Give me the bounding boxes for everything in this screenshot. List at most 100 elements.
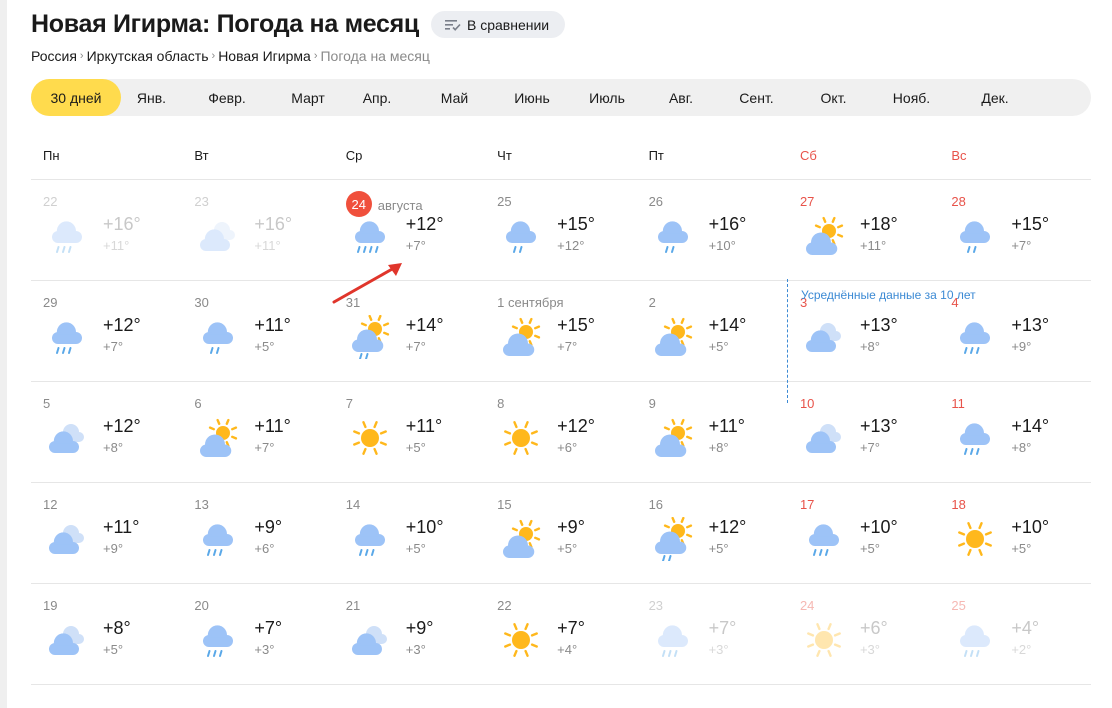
day-cell[interactable]: 25 +15° +12° — [485, 180, 636, 280]
temp-day: +11° — [405, 416, 443, 436]
month-tab-9[interactable]: Сент. — [713, 79, 800, 116]
sunny-icon — [802, 618, 846, 662]
temp-day: +12° — [103, 416, 141, 436]
day-cell[interactable]: 12 +11° +9° — [31, 483, 182, 583]
month-tab-1[interactable]: Янв. — [121, 79, 182, 116]
temp-day: +18° — [859, 214, 898, 234]
rain-icon — [802, 517, 846, 561]
month-tab-2[interactable]: Февр. — [182, 79, 272, 116]
day-cell[interactable]: 24 +6° +3° — [788, 584, 939, 684]
rain-icon — [953, 618, 997, 662]
month-calendar: Пн Вт Ср Чт Пт Сб Вс 22 +16° +11° 23 +16° +11° 24 авг… — [31, 131, 1091, 685]
day-cell[interactable]: 17 +10° +5° — [788, 483, 939, 583]
day-cell[interactable]: 25 +4° +2° — [939, 584, 1090, 684]
day-cell[interactable]: 26 +16° +10° — [637, 180, 788, 280]
breadcrumb-irkutsk-region[interactable]: Иркутская область — [87, 48, 209, 64]
day-date: 18 — [951, 497, 966, 512]
day-date: 12 — [43, 497, 58, 512]
day-cell[interactable]: 1 сентября +15° +7° — [485, 281, 636, 381]
day-cell[interactable]: 23 +16° +11° — [182, 180, 333, 280]
breadcrumb-current: Погода на месяц — [320, 48, 430, 64]
day-cell[interactable]: 13 +9° +6° — [182, 483, 333, 583]
weekday-label: Чт — [497, 148, 512, 163]
temp-day: +11° — [254, 315, 291, 335]
temp-night: +3° — [254, 642, 275, 657]
day-cell[interactable]: 7 +11° +5° — [334, 382, 485, 482]
temp-day: +10° — [859, 517, 898, 537]
day-cell[interactable]: 23 +7° +3° — [637, 584, 788, 684]
day-cell[interactable]: 21 +9° +3° — [334, 584, 485, 684]
day-cell[interactable]: 11 +14° +8° — [939, 382, 1090, 482]
weekday-header: Пн Вт Ср Чт Пт Сб Вс — [31, 131, 1091, 180]
temp-night: +5° — [405, 440, 426, 455]
month-tab-6[interactable]: Июнь — [499, 79, 565, 116]
day-cell[interactable]: 2 +14° +5° — [637, 281, 788, 381]
weekday-label: Вс — [951, 148, 967, 163]
day-cell[interactable]: 29 +12° +7° — [31, 281, 182, 381]
page-title: Новая Игирма: Погода на месяц — [31, 10, 419, 38]
day-cell[interactable]: 10 +13° +7° — [788, 382, 939, 482]
temp-night: +5° — [1011, 541, 1032, 556]
month-tab-4[interactable]: Апр. — [344, 79, 410, 116]
breadcrumb-separator: › — [211, 50, 216, 62]
day-cell[interactable]: 20 +7° +3° — [182, 584, 333, 684]
today-month: августа — [377, 198, 423, 213]
day-cell[interactable]: 14 +10° +5° — [334, 483, 485, 583]
heavy-rain-icon — [348, 214, 392, 258]
temp-night: +5° — [708, 339, 729, 354]
month-tab-10[interactable]: Окт. — [800, 79, 867, 116]
month-tab-11[interactable]: Нояб. — [867, 79, 956, 116]
temp-night: +5° — [405, 541, 426, 556]
day-cell[interactable]: 6 +11° +7° — [182, 382, 333, 482]
temp-night: +3° — [405, 642, 426, 657]
temp-night: +7° — [557, 339, 578, 354]
temp-day: +4° — [1011, 618, 1040, 638]
month-tab-7[interactable]: Июль — [565, 79, 649, 116]
month-tab-12[interactable]: Дек. — [956, 79, 1034, 116]
day-cell[interactable]: 9 +11° +8° — [637, 382, 788, 482]
day-cell[interactable]: 30 +11° +5° — [182, 281, 333, 381]
week-row: 12 +11° +9° 13 +9° +6° 14 +10° +5° 15 +9° +5° 16 +12°… — [31, 483, 1091, 584]
temp-night: +9° — [103, 541, 124, 556]
day-date: 11 — [951, 396, 965, 411]
month-tab-3[interactable]: Март — [272, 79, 344, 116]
temp-day: +7° — [557, 618, 585, 638]
temp-day: +10° — [405, 517, 444, 537]
month-tab-8[interactable]: Авг. — [649, 79, 713, 116]
month-tab-0[interactable]: 30 дней — [31, 79, 121, 116]
day-cell[interactable]: 8 +12° +6° — [485, 382, 636, 482]
day-cell[interactable]: 16 +12° +5° — [637, 483, 788, 583]
week-row: 29 +12° +7° 30 +11° +5° 31 +14° +7° 1 сентября +15… — [31, 279, 1091, 403]
day-date: 7 — [345, 396, 354, 411]
day-date: 2 — [648, 295, 656, 310]
rain-icon — [953, 315, 997, 359]
day-date: 14 — [345, 497, 361, 512]
day-cell[interactable]: 18 +10° +5° — [939, 483, 1090, 583]
light-rain-icon — [499, 214, 543, 258]
temp-night: +7° — [405, 339, 426, 354]
temp-day: +11° — [254, 416, 291, 436]
week-row: 19 +8° +5° 20 +7° +3° 21 +9° +3° 22 +7° +4° 23 +7° +3°… — [31, 584, 1091, 685]
day-cell[interactable]: 27 +18° +11° — [788, 180, 939, 280]
temp-night: +7° — [254, 440, 275, 455]
temp-day: +12° — [557, 416, 595, 436]
day-cell[interactable]: 15 +9° +5° — [485, 483, 636, 583]
breadcrumb-novaya-igirma[interactable]: Новая Игирма — [218, 48, 311, 64]
day-cell[interactable]: 19 +8° +5° — [31, 584, 182, 684]
temp-night: +7° — [405, 238, 426, 253]
rain-icon — [348, 517, 392, 561]
day-cell[interactable]: 5 +12° +8° — [31, 382, 182, 482]
temp-day: +13° — [859, 315, 898, 335]
day-cell[interactable]: 28 +15° +7° — [939, 180, 1090, 280]
temp-day: +16° — [103, 214, 141, 234]
day-cell[interactable]: 22 +7° +4° — [485, 584, 636, 684]
temp-night: +2° — [1011, 642, 1032, 657]
day-cell[interactable]: 22 +16° +11° — [31, 180, 182, 280]
weekday-label: Пн — [43, 148, 60, 163]
temp-night: +8° — [859, 339, 880, 354]
compare-button[interactable]: В сравнении — [431, 11, 566, 38]
temp-night: +10° — [708, 238, 736, 253]
week-row: 5 +12° +8° 6 +11° +7° 7 +11° +5° 8 +12° +6° 9 +11° +8°… — [31, 382, 1091, 483]
month-tab-5[interactable]: Май — [410, 79, 499, 116]
breadcrumb-russia[interactable]: Россия — [31, 48, 77, 64]
